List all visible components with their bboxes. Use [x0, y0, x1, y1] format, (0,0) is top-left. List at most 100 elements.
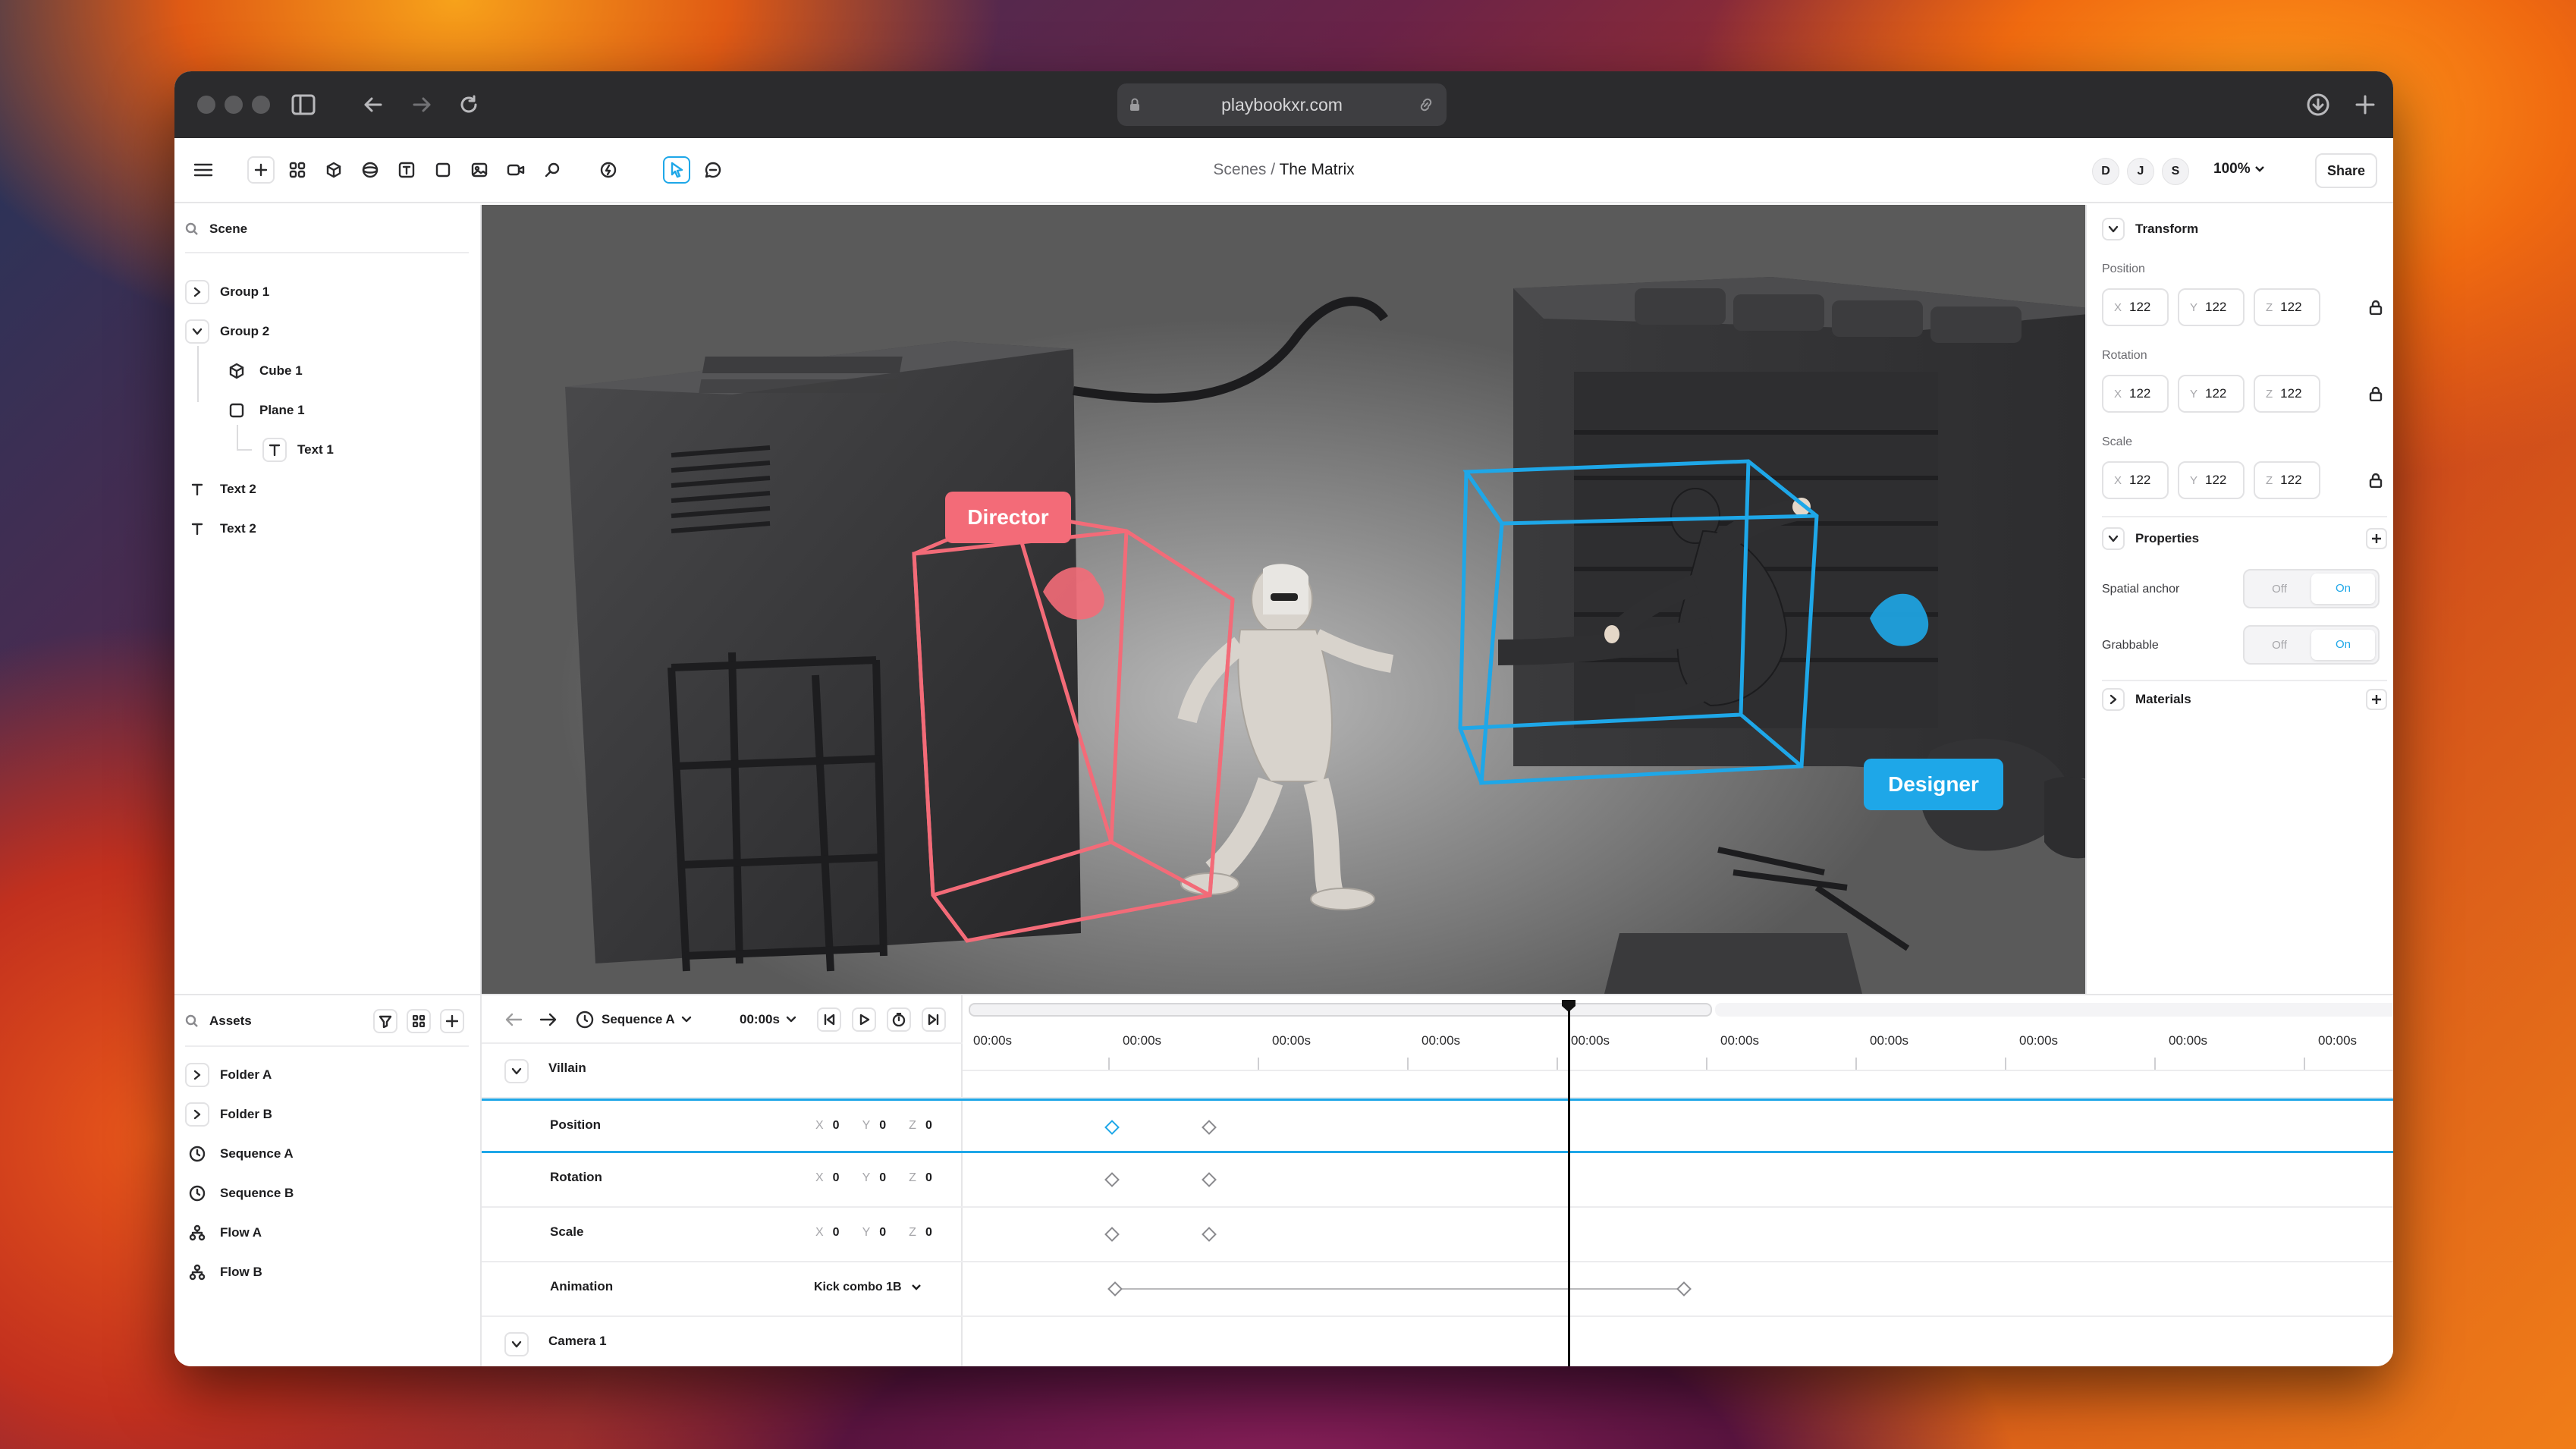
close-window-button[interactable]: [197, 96, 215, 114]
track-rotation-values[interactable]: X0Y0Z0: [815, 1171, 955, 1185]
new-tab-icon[interactable]: [2350, 90, 2380, 120]
rotation-y-value: 122: [2205, 386, 2227, 401]
track-position-values[interactable]: X0Y0Z0: [815, 1119, 955, 1133]
timeline-scrollbar[interactable]: [969, 1003, 1712, 1017]
add-property-button[interactable]: [2366, 528, 2387, 549]
add-asset-button[interactable]: [440, 1009, 464, 1033]
scene-item-text-2[interactable]: Text 2: [185, 476, 256, 502]
grabbable-toggle[interactable]: Off On: [2243, 625, 2380, 665]
breadcrumb-parent[interactable]: Scenes: [1213, 161, 1266, 178]
scene-search[interactable]: Scene: [185, 214, 247, 244]
scale-y-field[interactable]: Y 122: [2178, 461, 2245, 499]
scene-item-label: Cube 1: [259, 363, 303, 378]
scene-item-text-1[interactable]: Text 1: [262, 437, 334, 463]
keyframe[interactable]: [1104, 1227, 1120, 1242]
forward-arrow-icon[interactable]: [407, 90, 437, 120]
materials-section-header[interactable]: Materials: [2102, 686, 2191, 713]
scene-item-label: Group 2: [220, 324, 270, 338]
toggle-off-option[interactable]: Off: [2248, 639, 2311, 652]
lock-icon[interactable]: [2364, 382, 2387, 405]
toggle-on-option[interactable]: On: [2311, 574, 2375, 604]
collaborator-avatar[interactable]: J: [2127, 158, 2154, 185]
chevron-right-icon[interactable]: [2102, 688, 2125, 711]
keyframe[interactable]: [1202, 1120, 1217, 1135]
scale-z-field[interactable]: Z 122: [2254, 461, 2320, 499]
keyframe[interactable]: [1202, 1172, 1217, 1187]
keyframe[interactable]: [1202, 1227, 1217, 1242]
asset-item-sequence-b[interactable]: Sequence B: [185, 1180, 294, 1206]
assets-search[interactable]: Assets: [185, 1006, 252, 1036]
animation-clip-bar[interactable]: [1117, 1288, 1683, 1290]
asset-item-folder-b[interactable]: Folder B: [185, 1102, 272, 1127]
track-camera-1[interactable]: Camera 1: [482, 1317, 2393, 1366]
chevron-right-icon[interactable]: [185, 1063, 209, 1087]
transform-section-header[interactable]: Transform: [2102, 215, 2198, 243]
grid-view-icon[interactable]: [407, 1009, 431, 1033]
download-icon[interactable]: [2303, 90, 2333, 120]
track-position[interactable]: Position X0Y0Z0: [482, 1099, 2393, 1153]
director-label[interactable]: Director: [945, 492, 1071, 543]
position-z-field[interactable]: Z 122: [2254, 288, 2320, 326]
zoom-dropdown[interactable]: 100%: [2213, 161, 2265, 178]
timeline-tick-label: 00:00s: [2169, 1033, 2208, 1048]
scene-item-text-2b[interactable]: Text 2: [185, 516, 256, 542]
keyframe[interactable]: [1104, 1120, 1120, 1135]
lock-icon[interactable]: [2364, 296, 2387, 319]
chevron-down-icon[interactable]: [2102, 527, 2125, 550]
track-animation[interactable]: Animation Kick combo 1B: [482, 1262, 2393, 1317]
scene-item-cube-1[interactable]: Cube 1: [225, 358, 303, 384]
animation-clip-dropdown[interactable]: Kick combo 1B: [814, 1281, 922, 1294]
asset-item-folder-a[interactable]: Folder A: [185, 1062, 272, 1088]
chevron-down-icon[interactable]: [185, 319, 209, 344]
maximize-window-button[interactable]: [252, 96, 270, 114]
toggle-off-option[interactable]: Off: [2248, 583, 2311, 596]
track-z-value: 0: [925, 1226, 932, 1239]
track-scale-values[interactable]: X0Y0Z0: [815, 1226, 955, 1240]
chevron-down-icon[interactable]: [504, 1332, 529, 1356]
add-material-button[interactable]: [2366, 689, 2387, 710]
rotation-x-field[interactable]: X 122: [2102, 375, 2169, 413]
keyframe[interactable]: [1104, 1172, 1120, 1187]
scene-item-group-1[interactable]: Group 1: [185, 279, 269, 305]
track-scale-label: Scale: [550, 1224, 584, 1239]
lock-icon[interactable]: [2364, 469, 2387, 492]
scene-item-group-2[interactable]: Group 2: [185, 319, 269, 344]
sidebar-toggle-icon[interactable]: [288, 90, 319, 120]
asset-item-flow-b[interactable]: Flow B: [185, 1259, 262, 1285]
spatial-anchor-toggle[interactable]: Off On: [2243, 569, 2380, 608]
track-position-label: Position: [550, 1117, 602, 1132]
chevron-right-icon[interactable]: [185, 1102, 209, 1127]
toggle-on-option[interactable]: On: [2311, 630, 2375, 660]
scale-label: Scale: [2102, 435, 2133, 448]
link-icon[interactable]: [1418, 96, 1434, 113]
address-bar[interactable]: playbookxr.com: [1117, 83, 1447, 126]
rotation-y-field[interactable]: Y 122: [2178, 375, 2245, 413]
keyframe[interactable]: [1676, 1281, 1692, 1297]
asset-item-sequence-a[interactable]: Sequence A: [185, 1141, 294, 1167]
minimize-window-button[interactable]: [225, 96, 243, 114]
track-villain[interactable]: Villain: [482, 1044, 2393, 1099]
filter-icon[interactable]: [373, 1009, 397, 1033]
reload-icon[interactable]: [454, 90, 484, 120]
position-y-field[interactable]: Y 122: [2178, 288, 2245, 326]
track-scale[interactable]: Scale X0Y0Z0: [482, 1208, 2393, 1262]
position-x-field[interactable]: X 122: [2102, 288, 2169, 326]
chevron-down-icon[interactable]: [504, 1059, 529, 1083]
back-arrow-icon[interactable]: [358, 90, 388, 120]
3d-viewport[interactable]: Director Designer: [482, 205, 2085, 994]
asset-item-flow-a[interactable]: Flow A: [185, 1220, 262, 1246]
scale-x-field[interactable]: X 122: [2102, 461, 2169, 499]
scene-item-plane-1[interactable]: Plane 1: [225, 398, 305, 423]
playhead[interactable]: [1568, 1001, 1570, 1366]
designer-label[interactable]: Designer: [1864, 759, 2003, 810]
chevron-right-icon[interactable]: [185, 280, 209, 304]
collaborator-avatar[interactable]: D: [2092, 158, 2119, 185]
track-rotation[interactable]: Rotation X0Y0Z0: [482, 1153, 2393, 1208]
collaborator-avatar[interactable]: S: [2162, 158, 2189, 185]
chevron-down-icon[interactable]: [2102, 218, 2125, 240]
rotation-z-field[interactable]: Z 122: [2254, 375, 2320, 413]
spatial-anchor-label: Spatial anchor: [2102, 583, 2180, 596]
properties-section-header[interactable]: Properties: [2102, 525, 2199, 552]
keyframe[interactable]: [1107, 1281, 1123, 1297]
share-button[interactable]: Share: [2315, 153, 2377, 188]
